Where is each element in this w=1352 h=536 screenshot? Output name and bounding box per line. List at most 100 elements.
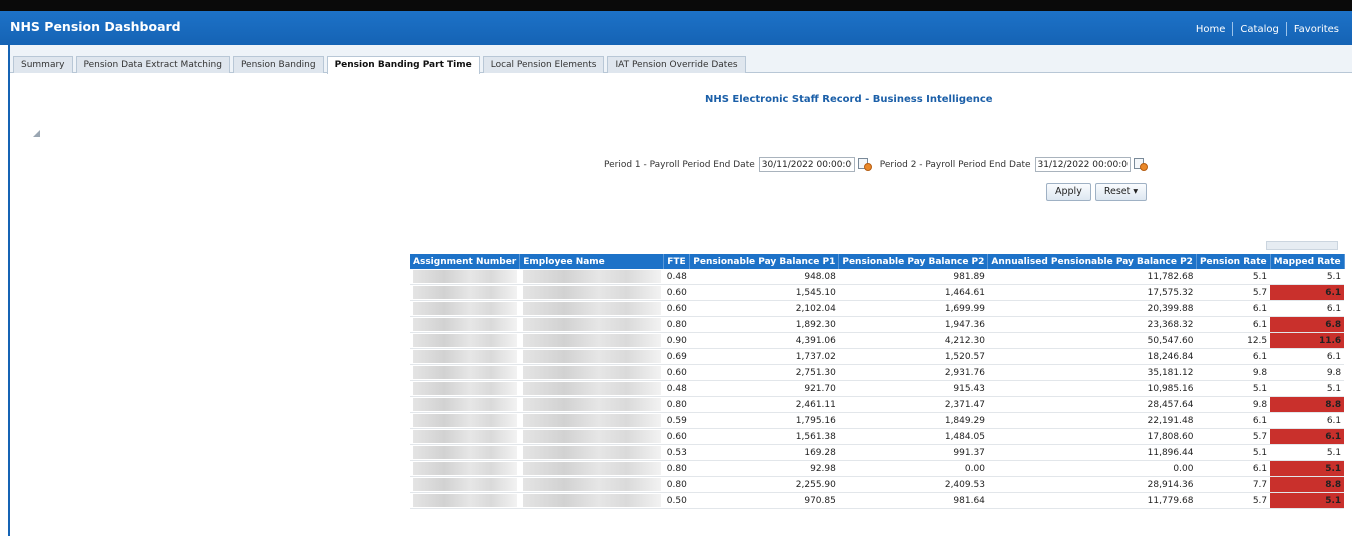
assignment-number-cell-redacted — [410, 380, 520, 397]
column-header-annualised-pensionable-pay-balance-p2[interactable]: Annualised Pensionable Pay Balance P2 — [987, 254, 1197, 269]
nav-favorites-link[interactable]: Favorites — [1287, 24, 1346, 35]
mapped-rate-cell: 8.8 — [1270, 476, 1345, 493]
table-row: 0.80 2,461.11 2,371.47 28,457.64 9.8 8.8 — [410, 396, 1345, 413]
mapped-rate-cell: 5.1 — [1270, 492, 1345, 509]
tab-pension-data-extract-matching[interactable]: Pension Data Extract Matching — [75, 56, 230, 73]
table-row: 0.69 1,737.02 1,520.57 18,246.84 6.1 6.1 — [410, 348, 1345, 365]
employee-name-cell-redacted — [519, 364, 664, 381]
period2-label: Period 2 - Payroll Period End Date — [879, 159, 1031, 170]
fte-cell: 0.80 — [663, 396, 690, 413]
pension-rate-cell: 5.1 — [1196, 380, 1271, 397]
nav-home-link[interactable]: Home — [1189, 24, 1233, 35]
pension-rate-cell: 6.1 — [1196, 300, 1271, 317]
tab-pension-banding[interactable]: Pension Banding — [232, 56, 324, 73]
pay-p2-cell: 981.89 — [838, 269, 988, 285]
tab-pension-banding-part-time[interactable]: Pension Banding Part Time — [326, 56, 480, 74]
annualised-pay-cell: 0.00 — [987, 460, 1197, 477]
calendar-icon[interactable] — [857, 157, 872, 172]
annualised-pay-cell: 35,181.12 — [987, 364, 1197, 381]
employee-name-cell-redacted — [519, 284, 664, 301]
tab-local-pension-elements[interactable]: Local Pension Elements — [482, 56, 605, 73]
table-row: 0.80 92.98 0.00 0.00 6.1 5.1 — [410, 460, 1345, 477]
period1-label: Period 1 - Payroll Period End Date — [604, 159, 755, 170]
annualised-pay-cell: 11,896.44 — [987, 444, 1197, 461]
assignment-number-cell-redacted — [410, 476, 520, 493]
assignment-number-cell-redacted — [410, 396, 520, 413]
assignment-number-cell-redacted — [410, 364, 520, 381]
pension-rate-cell: 6.1 — [1196, 316, 1271, 333]
pay-p1-cell: 1,545.10 — [689, 284, 839, 301]
pay-p1-cell: 2,751.30 — [689, 364, 839, 381]
tab-iat-pension-override-dates[interactable]: IAT Pension Override Dates — [607, 56, 746, 73]
fte-cell: 0.69 — [663, 348, 690, 365]
collapse-triangle-icon[interactable] — [33, 130, 40, 137]
employee-name-cell-redacted — [519, 380, 664, 397]
assignment-number-cell-redacted — [410, 428, 520, 445]
pay-p1-cell: 2,102.04 — [689, 300, 839, 317]
annualised-pay-cell: 22,191.48 — [987, 412, 1197, 429]
table-header-row: Assignment Number Employee Name FTE Pension… — [410, 254, 1345, 269]
pay-p1-cell: 1,561.38 — [689, 428, 839, 445]
pension-banding-table: Assignment Number Employee Name FTE Pension… — [410, 254, 1345, 509]
annualised-pay-cell: 23,368.32 — [987, 316, 1197, 333]
table-row: 0.53 169.28 991.37 11,896.44 5.1 5.1 — [410, 444, 1345, 461]
employee-name-cell-redacted — [519, 428, 664, 445]
pay-p2-cell: 915.43 — [838, 380, 988, 397]
pension-rate-cell: 5.7 — [1196, 492, 1271, 509]
tab-list: Summary Pension Data Extract Matching Pens… — [13, 56, 749, 74]
employee-name-cell-redacted — [519, 316, 664, 333]
mapped-rate-cell: 5.1 — [1270, 460, 1345, 477]
period1-date-input[interactable] — [758, 157, 855, 172]
assignment-number-cell-redacted — [410, 444, 520, 461]
table-row: 0.50 970.85 981.64 11,779.68 5.7 5.1 — [410, 492, 1345, 509]
fte-cell: 0.60 — [663, 364, 690, 381]
annualised-pay-cell: 50,547.60 — [987, 332, 1197, 349]
period2-date-input[interactable] — [1034, 157, 1131, 172]
employee-name-cell-redacted — [519, 476, 664, 493]
dashboard-tabstrip: Summary Pension Data Extract Matching Pens… — [10, 45, 1352, 74]
calendar-icon[interactable] — [1133, 157, 1148, 172]
pension-rate-cell: 5.7 — [1196, 284, 1271, 301]
employee-name-cell-redacted — [519, 300, 664, 317]
table-row: 0.48 921.70 915.43 10,985.16 5.1 5.1 — [410, 380, 1345, 397]
annualised-pay-cell: 11,782.68 — [987, 269, 1197, 285]
pension-rate-cell: 5.7 — [1196, 428, 1271, 445]
table-row: 0.90 4,391.06 4,212.30 50,547.60 12.5 11.6 — [410, 332, 1345, 349]
reset-button[interactable]: Reset ▾ — [1094, 183, 1148, 201]
pay-p1-cell: 970.85 — [689, 492, 839, 509]
column-header-mapped-rate[interactable]: Mapped Rate — [1270, 254, 1345, 269]
employee-name-cell-redacted — [519, 460, 664, 477]
pay-p1-cell: 2,461.11 — [689, 396, 839, 413]
column-header-fte[interactable]: FTE — [663, 254, 691, 269]
annualised-pay-cell: 17,575.32 — [987, 284, 1197, 301]
column-header-pensionable-pay-balance-p2[interactable]: Pensionable Pay Balance P2 — [838, 254, 989, 269]
pension-rate-cell: 9.8 — [1196, 396, 1271, 413]
column-header-pensionable-pay-balance-p1[interactable]: Pensionable Pay Balance P1 — [689, 254, 840, 269]
pay-p2-cell: 991.37 — [838, 444, 988, 461]
resize-grip-handle[interactable] — [1266, 241, 1338, 250]
mapped-rate-cell: 6.1 — [1270, 300, 1345, 317]
pension-rate-cell: 9.8 — [1196, 364, 1271, 381]
assignment-number-cell-redacted — [410, 332, 520, 349]
nav-catalog-link[interactable]: Catalog — [1233, 24, 1285, 35]
column-header-pension-rate[interactable]: Pension Rate — [1196, 254, 1271, 269]
mapped-rate-cell: 6.1 — [1270, 428, 1345, 445]
pension-rate-cell: 5.1 — [1196, 269, 1271, 285]
fte-cell: 0.60 — [663, 284, 690, 301]
employee-name-cell-redacted — [519, 412, 664, 429]
pay-p2-cell: 1,464.61 — [838, 284, 988, 301]
pay-p1-cell: 1,892.30 — [689, 316, 839, 333]
prompt-buttons: Apply Reset ▾ — [1046, 183, 1151, 201]
annualised-pay-cell: 20,399.88 — [987, 300, 1197, 317]
column-header-assignment-number[interactable]: Assignment Number — [410, 254, 521, 269]
fte-cell: 0.90 — [663, 332, 690, 349]
assignment-number-cell-redacted — [410, 348, 520, 365]
column-header-employee-name[interactable]: Employee Name — [519, 254, 665, 269]
table-row: 0.60 1,545.10 1,464.61 17,575.32 5.7 6.1 — [410, 284, 1345, 301]
mapped-rate-cell: 11.6 — [1270, 332, 1345, 349]
pay-p2-cell: 1,484.05 — [838, 428, 988, 445]
tab-summary[interactable]: Summary — [13, 56, 73, 73]
table-row: 0.60 2,751.30 2,931.76 35,181.12 9.8 9.8 — [410, 364, 1345, 381]
mapped-rate-cell: 6.1 — [1270, 284, 1345, 301]
apply-button[interactable]: Apply — [1046, 183, 1091, 201]
